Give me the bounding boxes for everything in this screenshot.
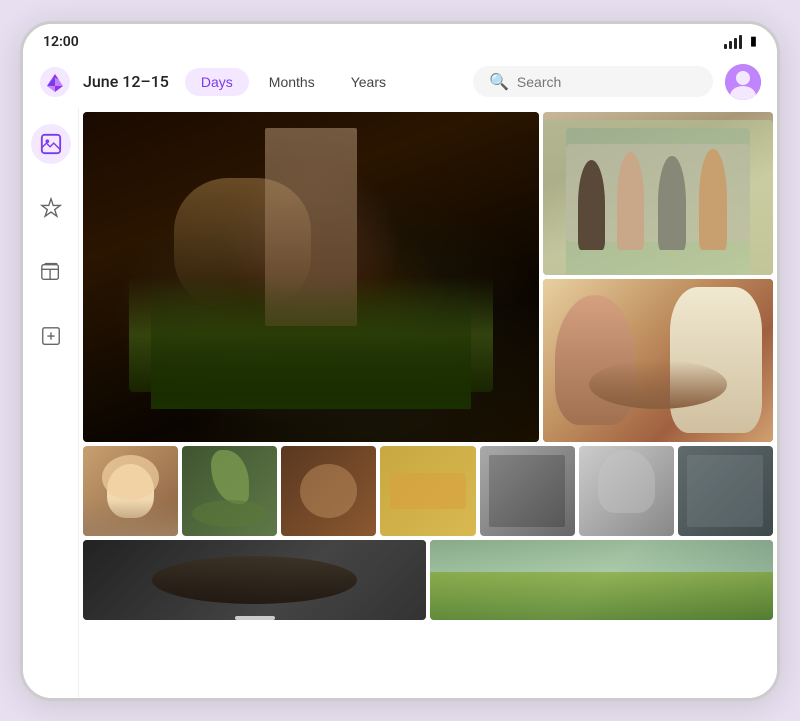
view-tabs: Days Months Years — [185, 68, 402, 96]
group-bg — [543, 112, 773, 275]
bottom-photo-row — [83, 540, 773, 620]
thumb-flowers[interactable] — [182, 446, 277, 536]
tab-years[interactable]: Years — [335, 68, 402, 96]
cooking-bg — [83, 112, 539, 442]
app-logo[interactable] — [39, 66, 71, 98]
photo-right-column — [543, 112, 773, 442]
thumbnail-row — [83, 446, 773, 536]
eating-bg — [543, 279, 773, 442]
main-photo-row — [83, 112, 773, 442]
tab-months[interactable]: Months — [253, 68, 331, 96]
thumb-food-closeup[interactable] — [281, 446, 376, 536]
avatar[interactable] — [725, 64, 761, 100]
photo-eating[interactable] — [543, 279, 773, 442]
photo-cooking[interactable] — [83, 112, 539, 442]
thumb-hands-food[interactable] — [380, 446, 475, 536]
thumb-vintage-blue[interactable] — [678, 446, 773, 536]
photo-dark-food[interactable] — [83, 540, 426, 620]
battery-icon: ▮ — [750, 34, 757, 49]
top-bar: June 12–15 Days Months Years 🔍 — [23, 56, 777, 108]
sidebar — [23, 108, 79, 698]
tablet-frame: 12:00 ▮ June 12–15 — [20, 21, 780, 701]
tab-days[interactable]: Days — [185, 68, 249, 96]
photo-group[interactable] — [543, 112, 773, 275]
sidebar-item-photos[interactable] — [31, 124, 71, 164]
status-time: 12:00 — [43, 34, 79, 50]
status-icons: ▮ — [724, 34, 757, 49]
main-area — [23, 108, 777, 698]
sidebar-item-shared[interactable] — [31, 316, 71, 356]
search-icon: 🔍 — [489, 72, 509, 91]
search-input[interactable] — [517, 74, 697, 90]
sidebar-item-favorites[interactable] — [31, 188, 71, 228]
thumb-person-eating[interactable] — [83, 446, 178, 536]
thumb-bw-group[interactable] — [480, 446, 575, 536]
photo-outdoor-green[interactable] — [430, 540, 773, 620]
sidebar-item-albums[interactable] — [31, 252, 71, 292]
photo-grid[interactable] — [79, 108, 777, 698]
thumb-bw-portrait[interactable] — [579, 446, 674, 536]
status-bar: 12:00 ▮ — [23, 24, 777, 56]
search-bar[interactable]: 🔍 — [473, 66, 713, 97]
signal-icon — [724, 35, 742, 49]
date-label: June 12–15 — [83, 72, 169, 91]
